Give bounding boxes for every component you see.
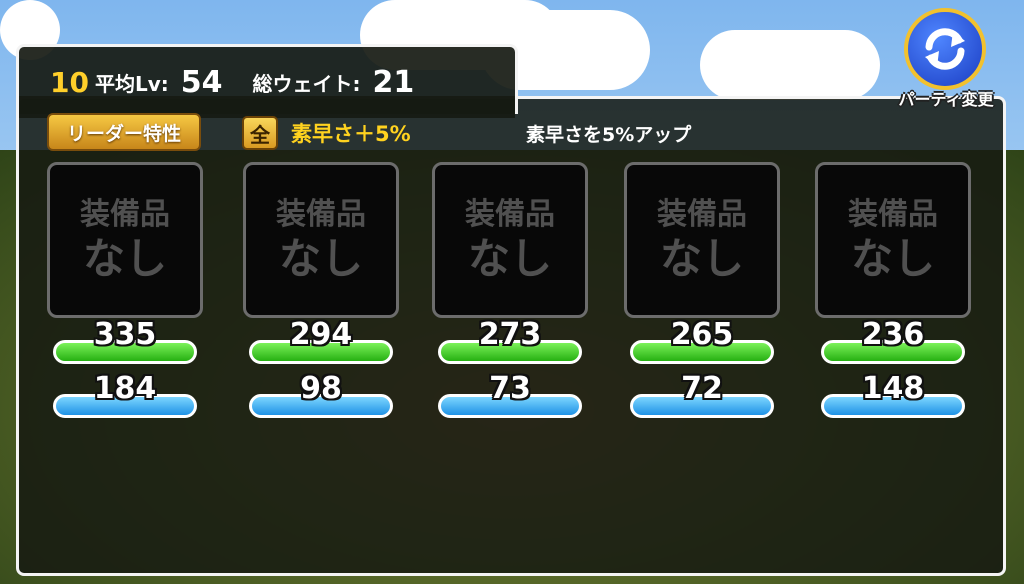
equipment-slot[interactable]: 装備品 なし	[432, 162, 588, 318]
hp-value: 236	[861, 317, 925, 352]
mp-value: 184	[93, 371, 157, 406]
equipment-none: なし	[278, 234, 363, 283]
cloud	[700, 30, 880, 100]
equipment-slot[interactable]: 装備品 なし	[243, 162, 399, 318]
equipment-slot[interactable]: 装備品 なし	[624, 162, 780, 318]
mp-value: 148	[861, 371, 925, 406]
equipment-slot[interactable]: 装備品 なし	[47, 162, 203, 318]
equipment-none: なし	[850, 234, 935, 283]
party-summary: 10 平均Lv: 54 総ウェイト: 21	[50, 62, 444, 102]
equipment-label: 装備品	[657, 197, 747, 232]
total-weight-value: 21	[372, 64, 415, 100]
refresh-icon	[904, 8, 986, 90]
party-number: 10	[50, 65, 89, 99]
mp-value: 73	[489, 371, 531, 406]
hp-value: 265	[670, 317, 734, 352]
mp-value: 72	[681, 371, 723, 406]
hp-value: 294	[289, 317, 353, 352]
equipment-none: なし	[467, 234, 552, 283]
mp-value: 98	[300, 371, 342, 406]
hp-value: 335	[93, 317, 157, 352]
equipment-label: 装備品	[465, 197, 555, 232]
leader-trait-effect: 素早さ＋5%	[291, 122, 411, 146]
equipment-label: 装備品	[276, 197, 366, 232]
all-scope-icon: 全	[242, 116, 278, 150]
avg-level-label: 平均Lv:	[94, 71, 169, 96]
equipment-none: なし	[82, 234, 167, 283]
total-weight-label: 総ウェイト:	[252, 71, 361, 96]
equipment-slot[interactable]: 装備品 なし	[815, 162, 971, 318]
avg-level-value: 54	[180, 64, 223, 100]
equipment-none: なし	[659, 234, 744, 283]
party-change-label: パーティ変更	[898, 90, 994, 109]
party-change-button[interactable]: パーティ変更	[894, 6, 998, 110]
equipment-label: 装備品	[80, 197, 170, 232]
leader-trait-badge: リーダー特性	[47, 113, 201, 151]
equipment-label: 装備品	[848, 197, 938, 232]
leader-trait-description: 素早さを5%アップ	[526, 124, 692, 146]
hp-value: 273	[478, 317, 542, 352]
